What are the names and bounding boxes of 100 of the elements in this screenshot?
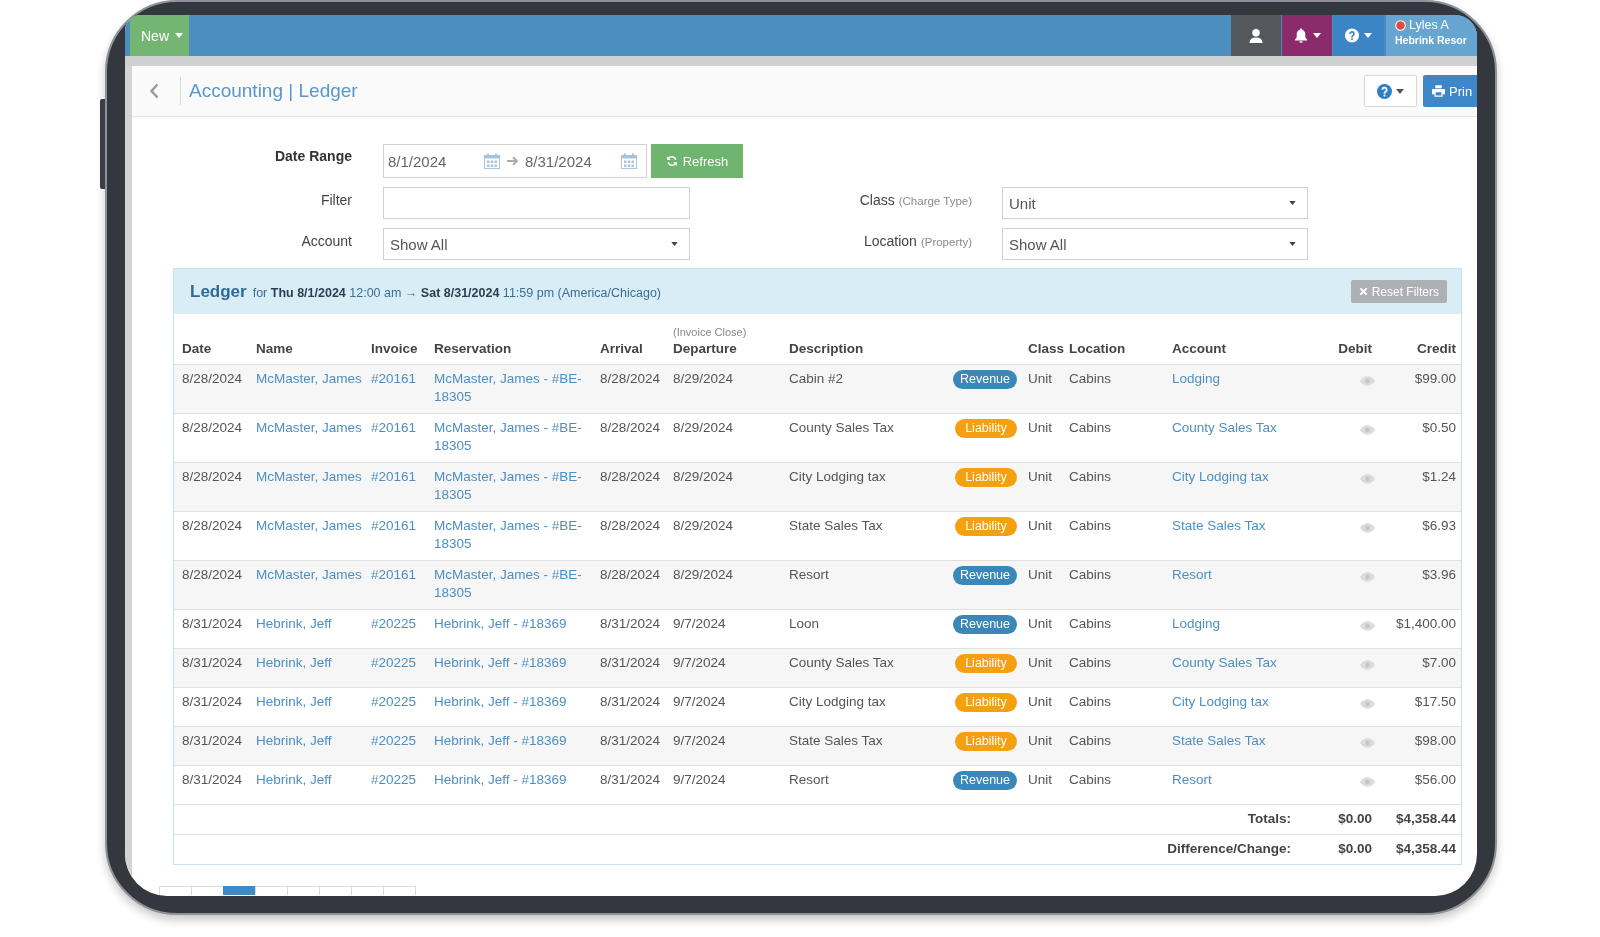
page-title: Accounting | Ledger xyxy=(189,80,358,102)
table-cell: 8/28/2024 xyxy=(174,560,252,609)
user-menu[interactable]: Lyles A Hebrink Resor xyxy=(1386,15,1477,56)
category-badge: Revenue xyxy=(952,614,1017,634)
caret-icon xyxy=(671,242,678,246)
table-cell: 8/28/2024 xyxy=(174,364,252,413)
table-cell: Unit xyxy=(1024,726,1065,765)
reservation-link[interactable]: McMaster, James - #BE-18305 xyxy=(434,516,594,554)
chevron-left-icon[interactable] xyxy=(150,83,159,99)
invoice-link[interactable]: #20225 xyxy=(371,693,417,709)
account-select[interactable]: Show All xyxy=(383,228,690,260)
eye-icon[interactable] xyxy=(1360,737,1375,748)
date-range-field[interactable]: 8/1/2024 8/31/2024 xyxy=(383,144,647,178)
class-select[interactable]: Unit xyxy=(1002,187,1308,219)
eye-icon[interactable] xyxy=(1360,776,1375,787)
table-cell: 9/7/2024 xyxy=(669,765,785,804)
table-cell: Cabins xyxy=(1065,765,1168,804)
table-cell: 8/31/2024 xyxy=(596,726,669,765)
guest-link[interactable]: McMaster, James xyxy=(256,517,362,533)
column-header: Departure xyxy=(673,340,737,356)
eye-icon[interactable] xyxy=(1360,698,1375,709)
end-date: 8/31/2024 xyxy=(525,152,593,170)
user-button[interactable] xyxy=(1231,15,1281,56)
help-icon xyxy=(1345,28,1359,43)
table-cell: 8/28/2024 xyxy=(174,462,252,511)
eye-icon[interactable] xyxy=(1360,522,1375,533)
table-cell: Cabins xyxy=(1065,648,1168,687)
table-cell: $1.24 xyxy=(1377,462,1461,511)
account-link[interactable]: State Sales Tax xyxy=(1172,517,1266,533)
eye-icon[interactable] xyxy=(1360,620,1375,631)
table-cell: Unit xyxy=(1024,511,1065,560)
table-cell: 8/31/2024 xyxy=(174,687,252,726)
location-select[interactable]: Show All xyxy=(1002,228,1308,260)
table-cell: 8/31/2024 xyxy=(596,765,669,804)
invoice-link[interactable]: #20161 xyxy=(371,419,417,435)
table-cell: Cabins xyxy=(1065,511,1168,560)
column-header: Description xyxy=(789,340,864,356)
reservation-link[interactable]: Hebrink, Jeff - #18369 xyxy=(434,614,567,633)
table-cell: Unit xyxy=(1024,687,1065,726)
eye-icon[interactable] xyxy=(1360,424,1375,435)
guest-link[interactable]: Hebrink, Jeff xyxy=(256,693,332,709)
guest-link[interactable]: Hebrink, Jeff xyxy=(256,771,332,787)
invoice-link[interactable]: #20225 xyxy=(371,615,417,631)
eye-icon[interactable] xyxy=(1360,375,1375,386)
table-cell: Unit xyxy=(1024,413,1065,462)
table-cell: $3.96 xyxy=(1377,560,1461,609)
eye-icon[interactable] xyxy=(1360,571,1375,582)
account-link[interactable]: Resort xyxy=(1172,566,1212,582)
eye-icon[interactable] xyxy=(1360,473,1375,484)
reservation-link[interactable]: Hebrink, Jeff - #18369 xyxy=(434,770,567,789)
caret-icon xyxy=(1364,33,1372,38)
category-badge: Liability xyxy=(955,418,1017,438)
table-cell: Cabins xyxy=(1065,364,1168,413)
description-text: City Lodging tax xyxy=(789,692,886,711)
page-button[interactable] xyxy=(223,886,256,895)
account-link[interactable]: Lodging xyxy=(1172,615,1221,631)
table-cell: Cabins xyxy=(1065,609,1168,648)
column-header: Name xyxy=(256,340,293,356)
table-cell: 8/31/2024 xyxy=(596,687,669,726)
invoice-link[interactable]: #20225 xyxy=(371,771,417,787)
table-cell: 8/28/2024 xyxy=(596,364,669,413)
table-cell: 8/28/2024 xyxy=(174,413,252,462)
help-button[interactable] xyxy=(1333,15,1384,56)
new-button[interactable]: New xyxy=(130,15,189,56)
description-text: County Sales Tax xyxy=(789,653,894,672)
guest-link[interactable]: Hebrink, Jeff xyxy=(256,615,332,631)
reservation-link[interactable]: Hebrink, Jeff - #18369 xyxy=(434,692,567,711)
guest-link[interactable]: McMaster, James xyxy=(256,419,362,435)
notifications-button[interactable] xyxy=(1282,15,1332,56)
column-header: Reservation xyxy=(434,340,512,356)
account-link[interactable]: County Sales Tax xyxy=(1172,419,1277,435)
table-cell: Cabins xyxy=(1065,726,1168,765)
calendar-icon[interactable] xyxy=(484,153,500,169)
account-link[interactable]: Resort xyxy=(1172,771,1212,787)
reservation-link[interactable]: McMaster, James - #BE-18305 xyxy=(434,418,594,456)
bell-icon xyxy=(1293,28,1308,43)
column-header: Invoice xyxy=(371,340,418,356)
column-header: Account xyxy=(1172,340,1226,356)
account-link[interactable]: City Lodging tax xyxy=(1172,693,1269,709)
table-cell: 8/31/2024 xyxy=(174,609,252,648)
caret-icon xyxy=(1289,201,1296,205)
table-cell: 8/28/2024 xyxy=(596,462,669,511)
table-cell: Unit xyxy=(1024,648,1065,687)
help-button[interactable] xyxy=(1364,75,1417,107)
refresh-button[interactable]: Refresh xyxy=(651,144,743,178)
category-badge: Revenue xyxy=(952,770,1017,790)
table-cell: Cabins xyxy=(1065,560,1168,609)
account-link[interactable]: Lodging xyxy=(1172,370,1221,386)
eye-icon[interactable] xyxy=(1360,659,1375,670)
table-cell: Cabins xyxy=(1065,462,1168,511)
invoice-link[interactable]: #20161 xyxy=(371,517,417,533)
table-cell: 9/7/2024 xyxy=(669,609,785,648)
print-button[interactable]: Prin xyxy=(1423,75,1477,107)
calendar-icon[interactable] xyxy=(621,153,637,169)
dot-icon xyxy=(1395,19,1406,31)
category-badge: Liability xyxy=(955,731,1017,751)
reset-filters-button[interactable]: Reset Filters xyxy=(1350,280,1447,303)
filter-field[interactable] xyxy=(383,187,690,219)
totals-label: Totals: xyxy=(1247,811,1291,826)
table-cell: 9/7/2024 xyxy=(669,687,785,726)
